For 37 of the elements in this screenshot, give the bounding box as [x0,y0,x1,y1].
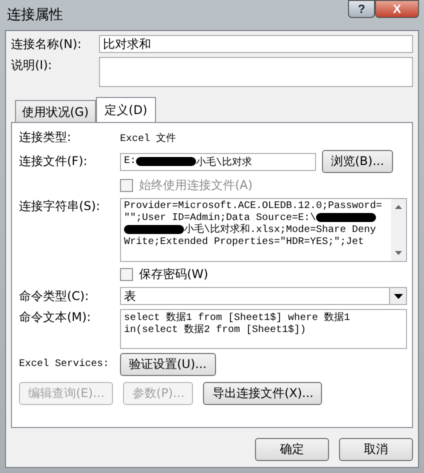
browse-button[interactable]: 浏览(B)... [322,150,394,173]
connection-string-field[interactable]: Provider=Microsoft.ACE.OLEDB.12.0;Password= "";User ID=Admin;Data Source=E:\ 小毛\比对求和.xlsx;Mode=Share Deny Write;Extended Properties="HDR=YES;";Jet [120,198,407,262]
field-label: 连接类型: [19,129,72,146]
dialog-button[interactable]: 取消 [339,438,413,461]
command-type-dropdown[interactable]: 表 [120,287,407,305]
redaction-mark [136,157,196,166]
action-button[interactable]: 导出连接文件(X)... [203,382,322,405]
checkbox-label: 始终使用连接文件(A) [139,177,253,194]
help-button[interactable]: ? [348,0,375,18]
description-field[interactable] [99,57,413,87]
text-line: "";User ID=Admin;Data Source=E:\ [124,213,316,224]
redaction-mark [316,213,376,222]
field-label: 连接名称(N): [11,36,82,52]
text-line: Write;Extended Properties="HDR=YES;";Jet [124,237,364,248]
tab[interactable]: 定义(D) [96,97,156,123]
scroll-up-icon[interactable] [395,205,402,209]
field-label: 连接字符串(S): [19,198,102,215]
tab[interactable]: 使用状况(G) [15,100,96,123]
text-line: 小毛\比对求和.xlsx;Mode=Share Deny [184,225,376,236]
name-field[interactable]: 比对求和 [99,35,413,53]
field-label: 命令类型(C): [19,288,90,304]
connection-file-field[interactable]: E: 小毛\比对求 [120,152,316,170]
field-label: 说明(I): [11,57,53,74]
text-line: Provider=Microsoft.ACE.OLEDB.12.0;Password= [124,201,382,212]
field-label: Excel Services: [19,359,110,370]
scrollbar[interactable] [391,199,406,261]
auth-settings-button[interactable]: 验证设置(U)... [120,353,216,376]
command-text-field[interactable]: select 数据1 from [Sheet1$] where 数据1 in(select 数据2 from [Sheet1$]) [120,309,407,349]
checkbox-label: 保存密码(W) [139,266,208,283]
window-title: 连接属性 [7,6,63,24]
field-label: 连接文件(F): [19,153,88,170]
field-label: 命令文本(M): [19,309,92,326]
checkbox[interactable] [120,268,133,281]
redaction-mark [124,225,184,234]
dialog-button[interactable]: 确定 [255,438,329,461]
scroll-down-icon[interactable] [395,251,402,255]
connection-type-value: Excel 文件 [120,132,176,144]
